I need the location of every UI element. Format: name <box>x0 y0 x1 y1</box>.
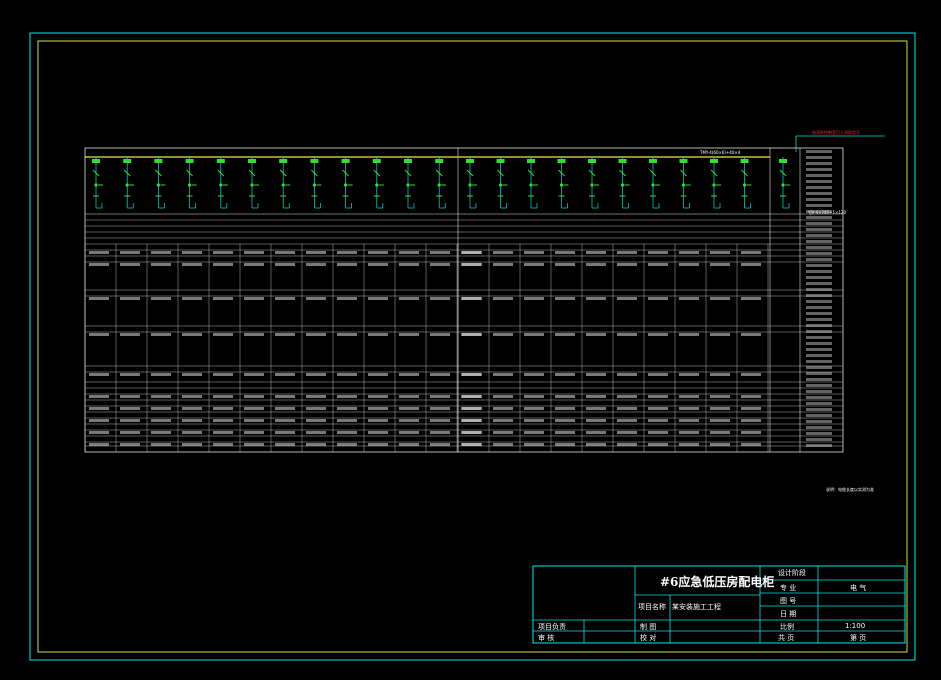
drawing-label: 制 图 <box>640 623 657 631</box>
feeder-branch <box>618 157 630 209</box>
circuit-table <box>84 150 843 452</box>
feeder-branch <box>404 157 415 209</box>
project-title: #6应急低压房配电柜 <box>660 575 775 589</box>
feeder-branch <box>710 157 721 209</box>
checked-label: 校 对 <box>640 634 657 642</box>
feeder-branch <box>435 157 447 209</box>
project-name-label: 项目名称 <box>638 603 666 611</box>
project-lead-label: 项目负责 <box>538 623 566 631</box>
feeder-branch <box>279 157 291 209</box>
inner-frame <box>37 40 908 653</box>
figure-no-label: 图 号 <box>780 597 797 605</box>
incoming-cable-label: YJV-4×240+1×120 <box>808 210 846 215</box>
approved-label: 审 核 <box>538 634 555 642</box>
feeder-branch <box>92 157 103 209</box>
side-note: 说明：电缆长度以实测为准 <box>826 487 874 492</box>
feeder-branch <box>779 157 790 209</box>
feeder-branch <box>372 157 384 209</box>
busbar-label: TMY-4(60×6)+40×4 <box>700 150 741 155</box>
date-label: 日 期 <box>780 610 797 618</box>
fire-signal-note: 由消防控制室引入消防信号 <box>812 130 860 135</box>
feeder-branch <box>527 157 538 209</box>
major-label: 专 业 <box>780 584 797 592</box>
feeder-branch <box>248 157 259 209</box>
feeder-branch <box>216 157 228 209</box>
feeder-branch <box>649 157 660 209</box>
feeder-branch <box>679 157 691 209</box>
feeder-branch <box>123 157 135 209</box>
feeder-branch <box>185 157 197 209</box>
feeder-branch <box>557 157 569 209</box>
major-value: 电 气 <box>850 584 867 592</box>
feeder-branch <box>740 157 752 209</box>
feeder-branch <box>588 157 599 209</box>
sheet-total-label: 共 页 <box>778 634 795 642</box>
cad-drawing-canvas <box>29 32 916 661</box>
feeder-branch <box>496 157 508 209</box>
feeder-branch <box>466 157 477 209</box>
scale-label: 比例 <box>780 623 794 631</box>
feeder-branch <box>310 157 322 209</box>
feeder-branch <box>341 157 353 209</box>
feeder-branch <box>154 157 166 209</box>
design-stage-label: 设计阶段 <box>778 569 806 577</box>
scale-value: 1:100 <box>845 622 866 630</box>
fire-signal-annotation <box>795 135 885 152</box>
project-name-value: 某安装施工工程 <box>672 603 721 611</box>
page-label: 第 页 <box>850 634 867 642</box>
